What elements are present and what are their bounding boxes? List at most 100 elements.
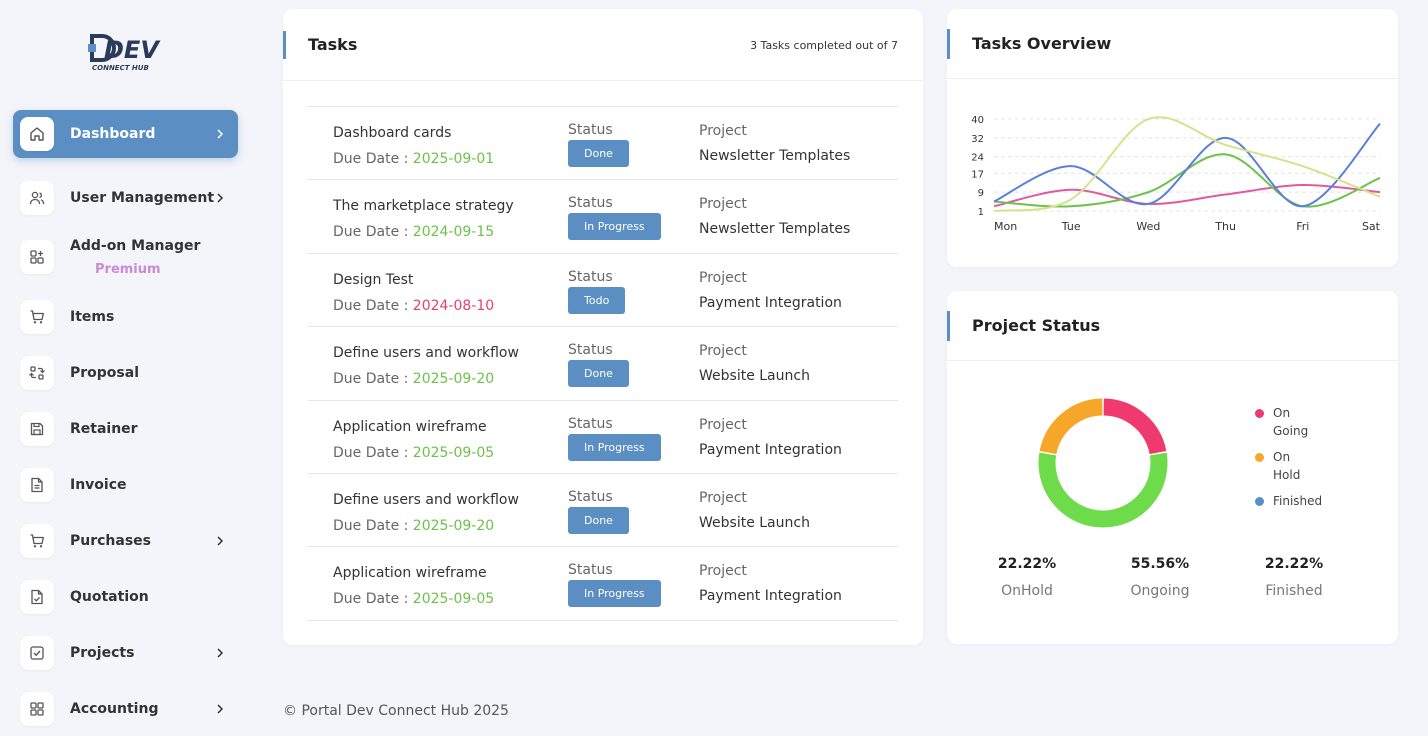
status-label: Status [568,122,613,138]
premium-tag: Premium [95,262,161,277]
task-name: Application wireframe [333,565,487,582]
task-row[interactable]: The marketplace strategy Due Date : 2024-… [308,180,898,254]
task-row[interactable]: Define users and workflow Due Date : 2025… [308,474,898,548]
project-name: Newsletter Templates [699,148,851,164]
task-row[interactable]: Application wireframe Due Date : 2025-09-… [308,401,898,474]
project-label: Project [699,196,747,213]
sidebar-item-label: User Management [70,190,215,206]
header-accent [283,31,286,59]
status-label: Status [568,415,613,432]
sidebar-item-projects[interactable]: Projects [13,629,238,677]
task-row[interactable]: Application wireframe Due Date : 2025-09-… [308,547,898,621]
y-tick-label: 17 [971,169,984,180]
chevron-right-icon [217,704,224,714]
save-icon [20,412,54,446]
task-row[interactable]: Define users and workflow Due Date : 2025… [308,327,898,401]
due-label: Due Date : [333,517,413,534]
checkbox-icon [20,636,54,670]
series-line-2[interactable] [993,123,1381,208]
x-tick-label: Fri [1296,220,1309,233]
due-label: Due Date : [333,444,413,461]
donut-slice-on-hold[interactable] [1039,398,1103,455]
sidebar-item-accounting[interactable]: Accounting [13,685,238,733]
donut-slice-finished[interactable] [1038,452,1168,528]
project-label: Project [699,416,747,433]
sidebar-item-label: Dashboard [70,126,156,142]
series-line-1[interactable] [993,153,1381,208]
sidebar-item-add-on-manager[interactable]: Add-on Manager Premium [13,232,238,282]
legend-dot [1255,497,1264,506]
due-date: 2024-08-10 [412,297,495,314]
sidebar-item-retainer[interactable]: Retainer [13,405,238,453]
tasks-summary: 3 Tasks completed out of 7 [750,39,898,52]
grid-icon [20,692,54,726]
project-label: Project [699,123,747,139]
status-badge[interactable]: Done [568,360,629,388]
due-label: Due Date : [333,297,413,314]
project-label: Project [699,489,747,506]
legend-item[interactable]: On Hold [1255,448,1313,484]
logo-subtext: CONNECT HUB [92,64,149,72]
project-status-title: Project Status [972,316,1101,335]
sidebar-item-items[interactable]: Items [13,293,238,341]
sidebar-item-dashboard[interactable]: Dashboard [13,110,238,158]
donut-slice-on-going[interactable] [1103,398,1167,455]
stat-value: 22.22% [1264,556,1324,572]
tasks-line-chart[interactable]: 1 9 17 24 32 40 Mon Tue Wed Thu Fri Sat [947,104,1398,254]
x-tick-label: Tue [1061,220,1081,233]
cart-icon [20,300,54,334]
x-tick-label: Sat [1362,220,1381,233]
due-label: Due Date : [333,224,413,241]
task-name: Application wireframe [333,418,487,435]
exchange-icon [20,356,54,390]
task-row[interactable]: Dashboard cards Due Date : 2025-09-01 Stat… [308,107,898,181]
legend-dot [1255,453,1264,462]
status-badge[interactable]: Todo [568,286,626,314]
sidebar-item-label: Retainer [70,421,138,437]
sidebar-item-label: Projects [70,645,135,661]
project-status-card-header: Project Status [947,291,1398,361]
sidebar-item-user-management[interactable]: User Management [13,174,238,222]
document-icon [20,468,54,502]
status-label: Status [568,562,613,579]
sidebar-item-proposal[interactable]: Proposal [13,349,238,397]
stat-value: 55.56% [1130,556,1190,572]
chevron-right-icon [217,648,224,658]
due-date: 2025-09-05 [412,444,495,461]
sidebar-item-label: Quotation [70,589,149,605]
tasks-card-header: Tasks 3 Tasks completed out of 7 [283,9,923,81]
project-label: Project [699,269,747,286]
status-badge[interactable]: In Progress [568,580,661,608]
sidebar-item-invoice[interactable]: Invoice [13,461,238,509]
sidebar-item-purchases[interactable]: Purchases [13,517,238,565]
stat-label: OnHold [1001,583,1053,599]
due-label: Due Date : [333,151,413,167]
file-check-icon [20,580,54,614]
legend-label: Finished [1273,494,1323,508]
stat-block: 55.56% Ongoing [1105,556,1215,599]
status-badge[interactable]: In Progress [568,433,661,461]
task-due: Due Date : 2025-09-05 [333,591,494,607]
y-tick-label: 24 [971,153,984,164]
status-badge[interactable]: Done [568,140,629,167]
legend-dot [1255,409,1264,418]
overview-card-header: Tasks Overview [947,9,1398,79]
logo-text: DEV [104,36,161,64]
tasks-overview-card: Tasks Overview 1 9 17 24 32 40 Mon Tue Wed Thu Fri… [947,9,1398,267]
due-date: 2025-09-01 [412,151,495,167]
legend-item[interactable]: Finished [1255,492,1323,510]
brand-logo[interactable]: DEV CONNECT HUB [86,30,166,76]
status-badge[interactable]: Done [568,506,629,534]
project-status-donut[interactable] [1033,393,1173,533]
task-list: Dashboard cards Due Date : 2025-09-01 Stat… [308,106,898,621]
task-row[interactable]: Design Test Due Date : 2024-08-10 Status To… [308,254,898,328]
sidebar-item-quotation[interactable]: Quotation [13,573,238,621]
task-due: Due Date : 2025-09-05 [333,445,494,461]
chevron-right-icon [217,129,224,139]
legend-item[interactable]: On Going [1255,404,1313,440]
status-badge[interactable]: In Progress [568,213,661,241]
sidebar: DEV CONNECT HUB Dashboard User Management… [0,0,252,736]
stat-label: Finished [1265,583,1323,599]
project-name: Newsletter Templates [699,221,851,238]
task-due: Due Date : 2024-08-10 [333,298,494,314]
